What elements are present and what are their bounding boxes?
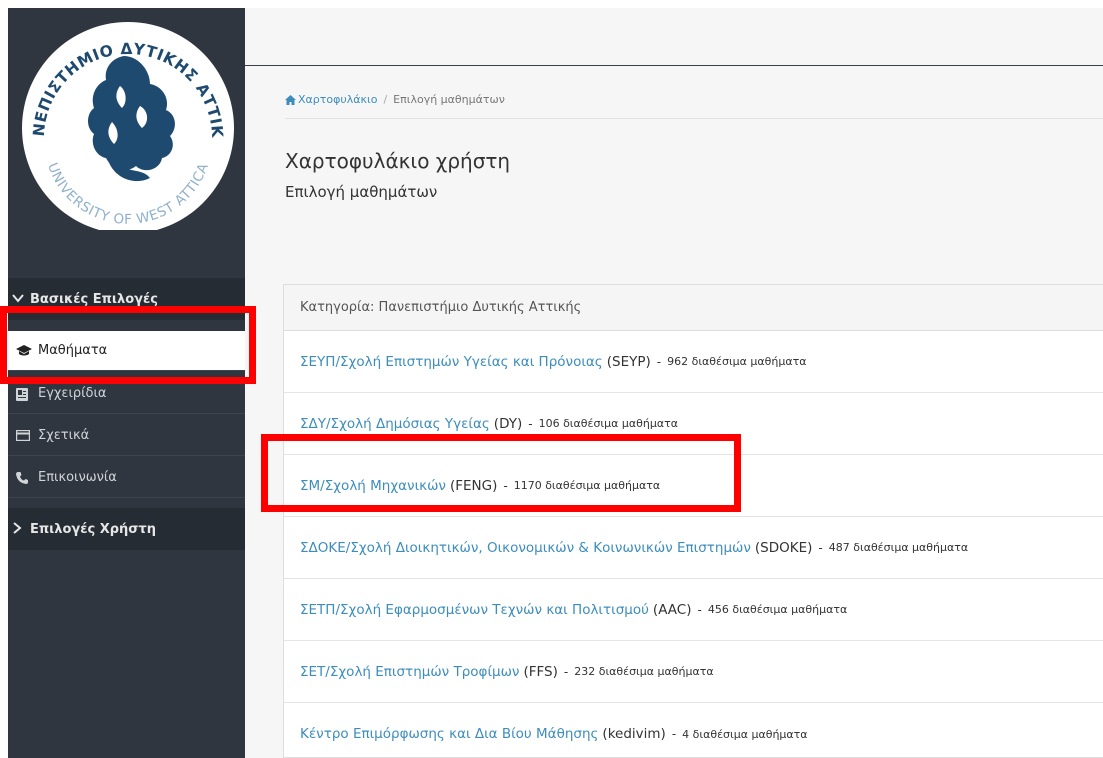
list-item: ΣΜ/Σχολή Μηχανικών (FENG) - 1170 διαθέσι… — [284, 455, 1103, 517]
school-code: (FFS) — [523, 663, 558, 680]
breadcrumb: Χαρτοφυλάκιο / Επιλογή μαθημάτων — [285, 93, 505, 106]
category-panel: Κατηγορία: Πανεπιστήμιο Δυτικής Αττικής … — [283, 284, 1103, 758]
menu-header-user-label: Επιλογές Χρήστη — [30, 521, 156, 537]
sidebar-item-manuals[interactable]: Εγχειρίδια — [8, 374, 245, 414]
list-item: ΣΕΤ/Σχολή Επιστημών Τροφίμων (FFS) - 232… — [284, 641, 1103, 703]
separator-dash: - — [563, 664, 569, 679]
available-count: 456 διαθέσιμα μαθήματα — [707, 603, 848, 616]
breadcrumb-divider — [285, 118, 1103, 119]
breadcrumb-separator: / — [383, 93, 388, 106]
separator-dash: - — [503, 478, 508, 493]
school-code: (SDOKE) — [754, 539, 813, 556]
school-code: (DY) — [493, 415, 523, 432]
home-icon — [285, 94, 296, 105]
available-count: 106 διαθέσιμα μαθήματα — [538, 417, 678, 430]
chevron-down-icon — [12, 292, 24, 306]
separator-dash: - — [656, 354, 662, 369]
school-link[interactable]: ΣΕΤΠ/Σχολή Εφαρμοσμένων Τεχνών και Πολιτ… — [300, 602, 649, 618]
card-icon — [15, 429, 31, 442]
sidebar-item-label: Επικοινωνία — [38, 470, 117, 485]
school-link[interactable]: ΣΜ/Σχολή Μηχανικών — [300, 478, 446, 494]
menu-header-basic-label: Βασικές Επιλογές — [30, 291, 158, 307]
sidebar-item-label: Σχετικά — [38, 428, 90, 443]
page-subtitle: Επιλογή μαθημάτων — [285, 183, 438, 201]
school-code: (kedivim) — [602, 726, 666, 742]
panel-heading: Κατηγορία: Πανεπιστήμιο Δυτικής Αττικής — [284, 285, 1103, 331]
list-item: ΣΔΟΚΕ/Σχολή Διοικητικών, Οικονομικών & Κ… — [284, 517, 1103, 579]
school-link[interactable]: ΣΕΤ/Σχολή Επιστημών Τροφίμων — [300, 664, 519, 680]
separator-dash: - — [671, 727, 677, 741]
available-count: 487 διαθέσιμα μαθήματα — [828, 541, 969, 554]
available-count: 4 διαθέσιμα μαθήματα — [682, 727, 808, 741]
sidebar: ΠΑΝΕΠΙΣΤΗΜΙΟ ΔΥΤΙΚΗΣ ΑΤΤΙΚΗΣ UNIVERSITY … — [8, 8, 245, 758]
school-code: (SEYP) — [606, 353, 651, 370]
school-code: (AAC) — [652, 601, 692, 618]
school-link[interactable]: ΣΕΥΠ/Σχολή Επιστημών Υγείας και Πρόνοιας — [300, 354, 603, 370]
separator-dash: - — [818, 540, 823, 555]
list-item: ΣΕΥΠ/Σχολή Επιστημών Υγείας και Πρόνοιας… — [284, 331, 1103, 393]
logo-area: ΠΑΝΕΠΙΣΤΗΜΙΟ ΔΥΤΙΚΗΣ ΑΤΤΙΚΗΣ UNIVERSITY … — [8, 8, 245, 278]
phone-icon — [16, 471, 30, 484]
list-item: Κέντρο Επιμόρφωσης και Δια Βίου Μάθησης … — [284, 703, 1103, 758]
available-count: 962 διαθέσιμα μαθήματα — [667, 355, 807, 368]
top-bar — [245, 8, 1103, 66]
graduation-cap-icon — [16, 344, 32, 357]
list-item: ΣΔΥ/Σχολή Δημόσιας Υγείας (DY) - 106 δια… — [284, 393, 1103, 455]
menu-header-user[interactable]: Επιλογές Χρήστη — [8, 508, 245, 550]
separator-dash: - — [528, 416, 533, 431]
sidebar-item-label: Εγχειρίδια — [38, 386, 107, 401]
breadcrumb-current: Επιλογή μαθημάτων — [393, 93, 505, 106]
breadcrumb-home-label: Χαρτοφυλάκιο — [298, 93, 378, 106]
sidebar-item-label: Μαθήματα — [38, 343, 108, 358]
university-logo: ΠΑΝΕΠΙΣΤΗΜΙΟ ΔΥΤΙΚΗΣ ΑΤΤΙΚΗΣ UNIVERSITY … — [16, 10, 234, 230]
breadcrumb-home-link[interactable]: Χαρτοφυλάκιο — [285, 93, 377, 106]
main-content: Χαρτοφυλάκιο / Επιλογή μαθημάτων Χαρτοφυ… — [245, 66, 1103, 758]
school-link[interactable]: ΣΔΥ/Σχολή Δημόσιας Υγείας — [300, 416, 490, 432]
list-item: ΣΕΤΠ/Σχολή Εφαρμοσμένων Τεχνών και Πολιτ… — [284, 579, 1103, 641]
available-count: 1170 διαθέσιμα μαθήματα — [513, 479, 661, 492]
sidebar-item-about[interactable]: Σχετικά — [8, 416, 245, 456]
school-code: (FENG) — [449, 477, 498, 494]
book-icon — [16, 387, 30, 401]
sidebar-item-contact[interactable]: Επικοινωνία — [8, 458, 245, 498]
chevron-right-icon — [12, 521, 24, 537]
school-link[interactable]: Κέντρο Επιμόρφωσης και Δια Βίου Μάθησης — [300, 726, 598, 742]
separator-dash: - — [697, 602, 702, 617]
sidebar-item-courses[interactable]: Μαθήματα — [8, 331, 245, 371]
available-count: 232 διαθέσιμα μαθήματα — [574, 665, 714, 678]
page-title: Χαρτοφυλάκιο χρήστη — [285, 149, 511, 173]
school-link[interactable]: ΣΔΟΚΕ/Σχολή Διοικητικών, Οικονομικών & Κ… — [300, 540, 751, 556]
menu-header-basic[interactable]: Βασικές Επιλογές — [8, 278, 245, 320]
